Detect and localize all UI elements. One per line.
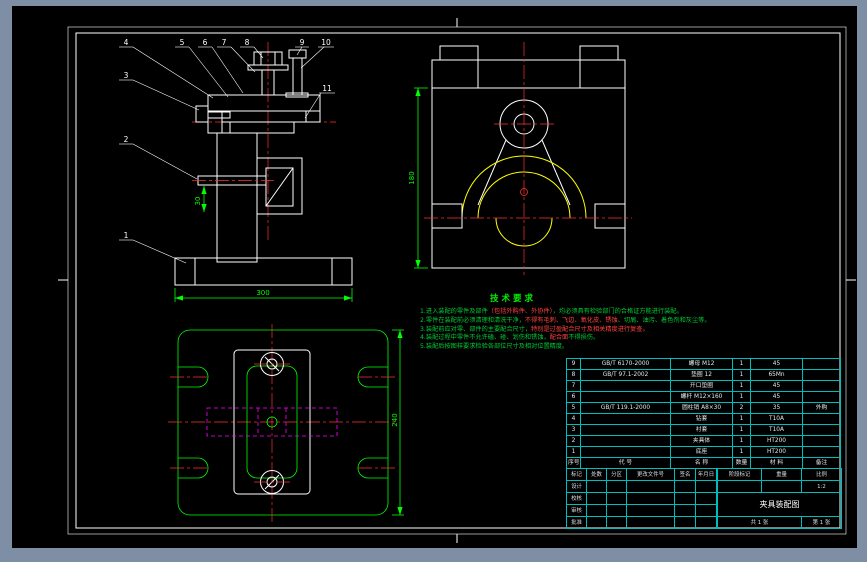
weight-value: [761, 480, 802, 493]
stage-mark-label: 阶段标记: [717, 468, 762, 481]
dim-text-pin: 30: [194, 197, 202, 206]
bom-row: 7 开口垫圈 1 45: [566, 380, 841, 392]
dim-text-plan-height: 240: [391, 413, 399, 426]
weight-label: 重量: [761, 468, 802, 481]
dim-text-width: 300: [256, 289, 269, 297]
titleblock-row: 批准: [566, 516, 717, 529]
tech-line: 5.装配后按图样要求检验各部位尺寸及相对位置精度。: [420, 343, 569, 351]
callout-1: 1: [124, 231, 129, 240]
callout-11: 11: [322, 84, 332, 93]
callout-3: 3: [124, 71, 129, 80]
titleblock-row: 审核: [566, 504, 717, 517]
callout-5: 5: [180, 38, 185, 47]
scale-label: 比例: [801, 468, 842, 481]
bom-table: 9 GB/T 6170-2000 螺母 M12 1 45 8 GB/T 97.1-2002 垫…: [566, 358, 841, 469]
sheet-total: 共 1 张: [717, 516, 802, 529]
scale-value: 1:2: [801, 480, 842, 493]
bom-row: 9 GB/T 6170-2000 螺母 M12 1 45: [566, 358, 841, 370]
tech-title: 技术要求: [490, 294, 537, 304]
cad-viewer-window: 300 30 4 5 6 7 8 9 10 3 2 11 1 180 240 技…: [0, 0, 867, 562]
tech-line: 1.进入装配的零件及部件（包括外购件、外协件），均必须具有检验部门的合格证方能进…: [420, 308, 683, 315]
sheet-number: 第 1 张: [801, 516, 842, 529]
parts-list: 9 GB/T 6170-2000 螺母 M12 1 45 8 GB/T 97.1-2002 垫…: [566, 358, 841, 469]
technical-requirements: 技术要求 1.进入装配的零件及部件（包括外购件、外协件），均必须具有检验部门的合…: [420, 292, 720, 352]
drawing-title: 夹具装配图: [717, 492, 842, 517]
titleblock-row: 校核: [566, 492, 717, 505]
titleblock-left-table: 标记 处数 分区 更改文件号 签名 年月日 设计 校核 审核 批准: [566, 468, 717, 529]
bom-header-cell: 备注: [802, 457, 841, 469]
bom-row: 5 GB/T 119.1-2000 圆柱销 A8×30 2 35 外购: [566, 402, 841, 414]
callout-10: 10: [321, 38, 331, 47]
dim-text-side-height: 180: [408, 171, 416, 184]
tech-line: 4.装配过程中零件不允许磕、碰、划伤和锈蚀，配合面不得损伤。: [420, 334, 600, 342]
callout-7: 7: [222, 38, 227, 47]
bom-row: 2 夹具体 1 HT200: [566, 435, 841, 447]
bom-row: 8 GB/T 97.1-2002 垫圈 12 1 65Mn: [566, 369, 841, 381]
tech-line: 2.零件在装配前必须清理和清洗干净，不得有毛刺、飞边、氧化皮、锈蚀、切屑、油污、…: [420, 316, 711, 324]
bom-header-cell: 代 号: [580, 457, 671, 469]
bom-row: 1 底座 1 HT200: [566, 446, 841, 458]
bom-row: 4 钻套 1 T10A: [566, 413, 841, 425]
callout-9: 9: [300, 38, 305, 47]
titleblock-row: 标记 处数 分区 更改文件号 签名 年月日: [566, 468, 717, 481]
bom-rows: 9 GB/T 6170-2000 螺母 M12 1 45 8 GB/T 97.1-2002 垫…: [566, 358, 841, 458]
callout-8: 8: [245, 38, 250, 47]
tech-lines: 1.进入装配的零件及部件（包括外购件、外协件），均必须具有检验部门的合格证方能进…: [420, 308, 720, 352]
front-view-callouts: 4 5 6 7 8 9 10 3 2 11 1: [119, 38, 335, 264]
titleblock-left: 标记 处数 分区 更改文件号 签名 年月日 设计 校核 审核 批准: [566, 468, 717, 529]
titleblock-right-table: 阶段标记 重量 比例 1:2 夹具装配图 共 1 张 第 1 张: [717, 468, 842, 529]
callout-4: 4: [124, 38, 129, 47]
front-dim-width: 300: [174, 288, 353, 302]
callout-6: 6: [203, 38, 208, 47]
bom-header-cell: 序号: [566, 457, 581, 469]
bom-row: 3 衬套 1 T10A: [566, 424, 841, 436]
bom-header-cell: 材 料: [750, 457, 803, 469]
bom-header-cell: 名 称: [670, 457, 733, 469]
stage-mark-value: [717, 480, 762, 493]
front-view: 300 30: [174, 42, 353, 302]
plan-dim-height: 240: [391, 329, 404, 516]
side-view: 180: [408, 42, 632, 275]
callout-2: 2: [124, 135, 129, 144]
side-dim-height: 180: [408, 87, 428, 269]
bom-header-cell: 数量: [732, 457, 751, 469]
plan-view: 240: [168, 324, 404, 522]
titleblock-row: 设计: [566, 480, 717, 493]
bom-header-row: 序号代 号名 称数量材 料备注: [566, 457, 841, 469]
front-dim-pin: 30: [194, 186, 207, 212]
title-block: 标记 处数 分区 更改文件号 签名 年月日 设计 校核 审核 批准 阶段标记 重量 比例 1:2 …: [566, 468, 842, 529]
bom-row: 6 螺杆 M12×160 1 45: [566, 391, 841, 403]
